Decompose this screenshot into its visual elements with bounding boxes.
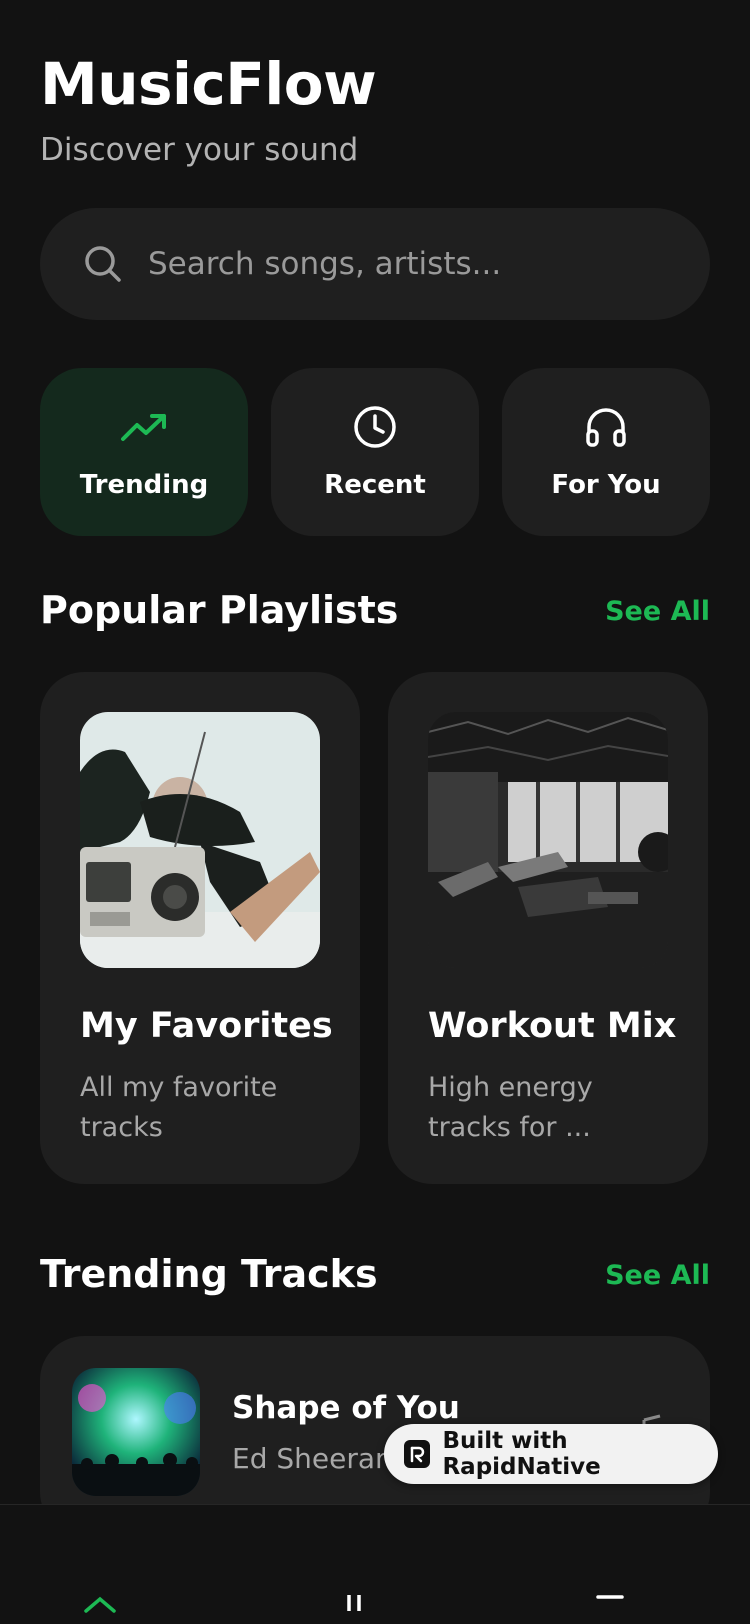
playlist-name: Workout Mix bbox=[428, 1006, 677, 1046]
category-label: Trending bbox=[79, 470, 209, 500]
track-artwork-image bbox=[72, 1368, 200, 1496]
trending-up-icon bbox=[120, 404, 168, 450]
clock-icon bbox=[352, 404, 398, 450]
category-for-you[interactable]: For You bbox=[502, 368, 710, 536]
library-icon bbox=[347, 1595, 361, 1611]
nav-item-player[interactable] bbox=[590, 1591, 670, 1624]
playlist-description: High energy tracks for ... bbox=[428, 1072, 593, 1143]
playlist-cover-image bbox=[80, 712, 320, 968]
badge-label: Built with RapidNative bbox=[442, 1428, 601, 1480]
search-input[interactable] bbox=[148, 246, 668, 282]
playlist-card-workout-mix[interactable]: Workout Mix High energy tracks for ... bbox=[388, 672, 708, 1184]
home-icon bbox=[84, 1596, 116, 1613]
search-icon bbox=[82, 243, 124, 285]
built-with-badge[interactable]: Built with RapidNative bbox=[384, 1424, 718, 1484]
playlist-description: All my favorite tracks bbox=[80, 1072, 278, 1143]
category-label: Recent bbox=[324, 470, 426, 500]
track-artist: Ed Sheeran bbox=[232, 1442, 393, 1475]
trending-tracks-title: Trending Tracks bbox=[40, 1252, 378, 1296]
headphones-icon bbox=[583, 404, 629, 450]
category-recent[interactable]: Recent bbox=[271, 368, 479, 536]
nav-item-library[interactable] bbox=[335, 1591, 415, 1624]
bottom-navigation bbox=[0, 1504, 750, 1624]
category-label: For You bbox=[551, 470, 661, 500]
category-trending[interactable]: Trending bbox=[40, 368, 248, 536]
playlist-cover-image bbox=[428, 712, 668, 968]
nav-item-home[interactable] bbox=[80, 1591, 160, 1624]
player-icon bbox=[596, 1595, 624, 1599]
app-subtitle: Discover your sound bbox=[40, 132, 359, 168]
app-title: MusicFlow bbox=[40, 50, 377, 118]
popular-playlists-title: Popular Playlists bbox=[40, 588, 399, 632]
rapidnative-logo-icon bbox=[404, 1440, 431, 1468]
playlist-card-my-favorites[interactable]: My Favorites All my favorite tracks bbox=[40, 672, 360, 1184]
track-title: Shape of You bbox=[232, 1390, 460, 1426]
search-bar[interactable] bbox=[40, 208, 710, 320]
trending-see-all-link[interactable]: See All bbox=[605, 1260, 710, 1291]
popular-see-all-link[interactable]: See All bbox=[605, 596, 710, 627]
playlist-name: My Favorites bbox=[80, 1006, 333, 1046]
